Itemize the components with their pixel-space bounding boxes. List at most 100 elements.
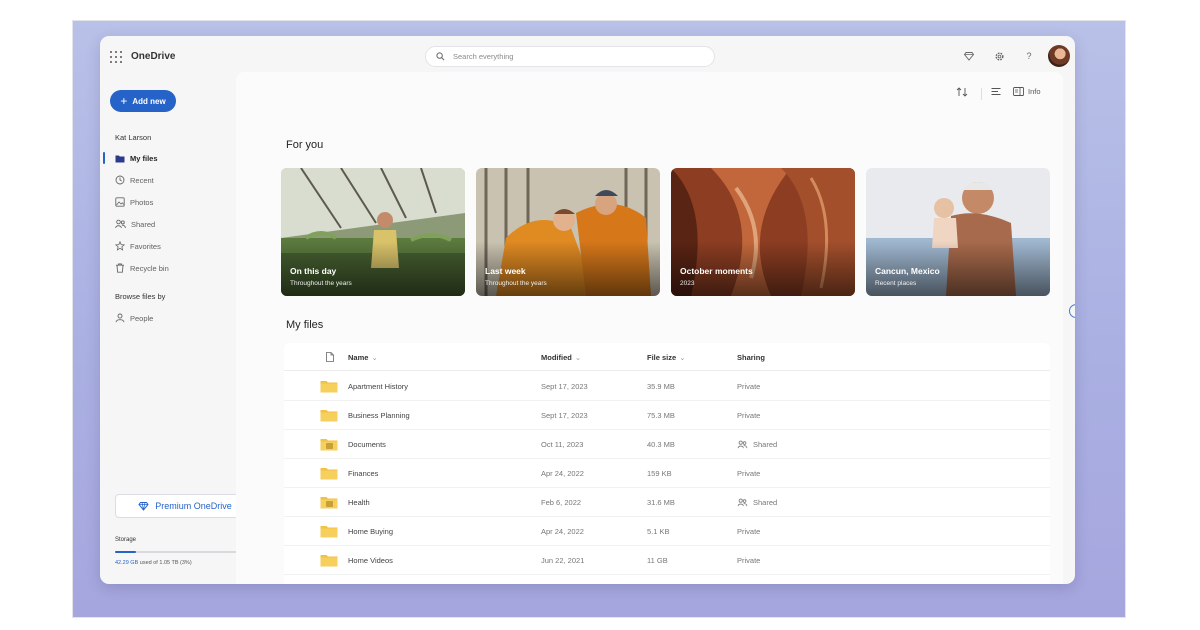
card-subtitle: Throughout the years — [290, 280, 352, 287]
column-header-file-size[interactable]: File size ⌄ — [647, 353, 685, 362]
star-icon — [115, 241, 125, 251]
card-title: On this day — [290, 266, 337, 276]
trash-icon — [116, 263, 124, 273]
table-row[interactable]: Apartment History Sept 17, 2023 35.9 MB Pri… — [284, 372, 1050, 401]
diamond-icon — [138, 502, 149, 511]
search-box[interactable] — [425, 46, 715, 67]
folder-icon — [320, 526, 338, 538]
onedrive-window: OneDrive ? + Add new Kat Larson My files… — [100, 36, 1075, 584]
browse-heading: Browse files by — [115, 292, 166, 301]
diamond-icon[interactable] — [962, 49, 976, 63]
premium-label: Premium OneDrive — [155, 501, 232, 511]
table-row[interactable]: Home Videos Jun 22, 2021 11 GB Private — [284, 546, 1050, 575]
card-subtitle: Throughout the years — [485, 280, 547, 287]
sharing-label: Private — [737, 469, 761, 478]
sidebar-item-favorites[interactable]: Favorites — [115, 239, 161, 253]
table-row[interactable]: Health Feb 6, 2022 31.6 MB Shared — [284, 488, 1050, 517]
chevron-down-icon: ⌄ — [679, 353, 686, 362]
folder-icon — [115, 155, 125, 162]
column-label: File size — [647, 353, 677, 362]
card-title: Cancun, Mexico — [875, 266, 940, 276]
column-header-sharing[interactable]: Sharing — [737, 353, 765, 362]
memory-card-on-this-day[interactable]: On this day Throughout the years — [281, 168, 465, 296]
file-sharing: Private — [737, 469, 760, 478]
file-size: 75.3 MB — [647, 411, 675, 420]
file-name[interactable]: Documents — [348, 440, 386, 449]
file-name[interactable]: Finances — [348, 469, 378, 478]
sidebar-item-label: Photos — [130, 197, 154, 207]
file-modified: Apr 24, 2022 — [541, 469, 584, 478]
table-row[interactable]: Documents Oct 11, 2023 40.3 MB Shared — [284, 430, 1050, 459]
memory-card-october-moments[interactable]: October moments 2023 — [671, 168, 855, 296]
storage-bar — [115, 551, 255, 553]
file-sharing: Shared — [737, 498, 777, 507]
memory-card-last-week[interactable]: Last week Throughout the years — [476, 168, 660, 296]
help-icon[interactable]: ? — [1022, 49, 1036, 63]
for-you-heading: For you — [286, 139, 324, 151]
image-icon — [115, 197, 125, 207]
view-options-button[interactable] — [991, 87, 1001, 96]
file-sharing: Private — [737, 556, 760, 565]
avatar[interactable] — [1048, 45, 1070, 67]
sharing-label: Shared — [753, 498, 778, 507]
sort-button[interactable] — [956, 87, 968, 97]
sidebar-item-label: Favorites — [130, 241, 161, 251]
storage-bar-fill — [115, 551, 136, 553]
sidebar-item-people[interactable]: People — [115, 311, 153, 325]
file-size: 40.3 MB — [647, 440, 675, 449]
file-modified: Jun 22, 2021 — [541, 556, 585, 565]
search-input[interactable] — [453, 52, 693, 61]
card-subtitle: 2023 — [680, 280, 695, 287]
add-new-button[interactable]: + Add new — [110, 90, 176, 112]
table-row[interactable]: Business Planning Sept 17, 2023 75.3 MB Pri… — [284, 401, 1050, 430]
folder-icon — [320, 381, 338, 393]
column-label: Sharing — [737, 353, 765, 362]
toolbar-divider — [981, 88, 982, 100]
people-icon — [737, 498, 748, 507]
my-files-heading: My files — [286, 319, 324, 331]
file-name[interactable]: Apartment History — [348, 382, 408, 391]
storage-usage[interactable]: 42.29 GB used of 1.05 TB (3%) — [115, 560, 192, 566]
file-type-icon — [326, 352, 334, 362]
file-sharing: Private — [737, 527, 760, 536]
add-new-label: Add new — [132, 96, 166, 106]
plus-icon: + — [120, 94, 128, 108]
file-size: 35.9 MB — [647, 382, 675, 391]
sidebar-item-shared[interactable]: Shared — [115, 217, 155, 231]
folder-icon — [320, 468, 338, 480]
account-name: Kat Larson — [115, 133, 152, 142]
sidebar-item-recent[interactable]: Recent — [115, 173, 154, 187]
sharing-label: Shared — [753, 440, 778, 449]
sidebar-item-label: My files — [130, 153, 158, 163]
sidebar-item-recycle-bin[interactable]: Recycle bin — [115, 261, 169, 275]
gear-icon[interactable] — [992, 49, 1006, 63]
column-label: Name — [348, 353, 369, 362]
sidebar-item-photos[interactable]: Photos — [115, 195, 153, 209]
column-header-name[interactable]: Name ⌄ — [348, 353, 378, 362]
app-launcher-icon[interactable] — [110, 51, 122, 63]
folder-icon — [320, 439, 338, 451]
file-name[interactable]: Home Videos — [348, 556, 393, 565]
memory-card-cancun-mexico[interactable]: Cancun, Mexico Recent places — [866, 168, 1050, 296]
storage-label: Storage — [115, 537, 137, 543]
scroll-handle[interactable] — [1069, 304, 1075, 318]
info-panel-icon — [1013, 87, 1024, 96]
file-name[interactable]: Home Buying — [348, 527, 393, 536]
app-title[interactable]: OneDrive — [131, 51, 175, 62]
file-name[interactable]: Business Planning — [348, 411, 410, 420]
info-button[interactable]: Info — [1013, 87, 1041, 96]
sidebar-item-my-files[interactable]: My files — [115, 151, 158, 165]
files-table: Name ⌄ Modified ⌄ File size ⌄ Sharing Apart… — [284, 343, 1050, 584]
file-size: 31.6 MB — [647, 498, 675, 507]
info-label: Info — [1028, 87, 1041, 96]
column-header-modified[interactable]: Modified ⌄ — [541, 353, 581, 362]
table-row[interactable]: Home Buying Apr 24, 2022 5.1 KB Private — [284, 517, 1050, 546]
people-icon — [737, 440, 748, 449]
file-modified: Sept 17, 2023 — [541, 382, 588, 391]
file-modified: Oct 11, 2023 — [541, 440, 584, 449]
file-name[interactable]: Health — [348, 498, 370, 507]
premium-onedrive-button[interactable]: Premium OneDrive — [115, 494, 255, 518]
table-row[interactable]: Finances Apr 24, 2022 159 KB Private — [284, 459, 1050, 488]
storage-used: 42.29 GB — [115, 560, 139, 566]
folder-icon — [320, 410, 338, 422]
